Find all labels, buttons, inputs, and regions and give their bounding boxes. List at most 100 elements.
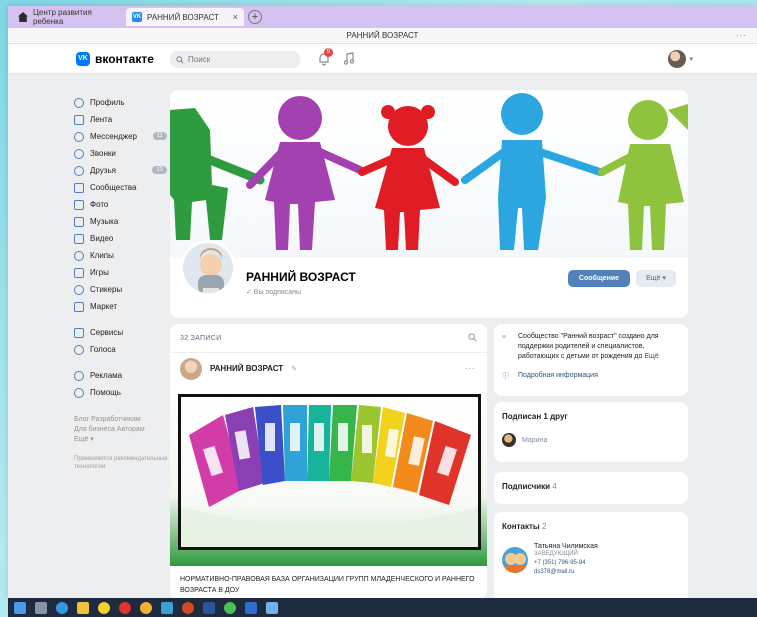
folder-icon[interactable] — [77, 601, 89, 614]
photo-icon — [74, 199, 84, 210]
contacts-label: Контакты — [502, 522, 540, 531]
contact-item[interactable]: Татьяна Чилимская ЗАВЕДУЮЩИЙ +7 (351) 79… — [502, 543, 680, 577]
app-icon[interactable] — [245, 601, 257, 614]
about-text: ≡ Сообщество "Ранний возраст" создано дл… — [502, 332, 680, 362]
community-avatar[interactable] — [180, 240, 236, 296]
wall-count[interactable]: 32 ЗАПИСИ — [180, 335, 221, 342]
services-icon — [74, 327, 84, 338]
vk-logo-text: вконтакте — [95, 52, 154, 66]
about-card: ≡ Сообщество "Ранний возраст" создано дл… — [494, 324, 688, 396]
search-box[interactable] — [170, 51, 300, 68]
market-icon — [74, 301, 84, 312]
cover-image — [170, 90, 688, 258]
taskbar — [8, 598, 757, 617]
sidebar-item-label: Профиль — [90, 98, 125, 107]
sidebar-item-market[interactable]: Маркет — [74, 298, 169, 315]
post-author-name[interactable]: РАННИЙ ВОЗРАСТ — [210, 364, 283, 373]
sidebar-item-label: Помощь — [90, 388, 121, 397]
voices-icon — [74, 344, 84, 355]
contact-details: Татьяна Чилимская ЗАВЕДУЮЩИЙ +7 (351) 79… — [534, 543, 598, 577]
sidebar-footer-links[interactable]: Блог Разработчикам Для бизнеса Авторам Е… — [74, 415, 169, 445]
sidebar-item-friends[interactable]: Друзья 13 — [74, 162, 169, 179]
browser-icon[interactable] — [119, 601, 131, 614]
left-sidebar: Профиль Лента Мессенджер 11 Звонки Друзья… — [74, 94, 169, 471]
chrome-icon[interactable] — [140, 601, 152, 614]
tab-strip: Центр развития ребенка VK РАННИЙ ВОЗРАСТ… — [8, 6, 757, 28]
clips-icon — [74, 250, 84, 261]
search-input[interactable] — [188, 55, 288, 64]
search-icon[interactable] — [468, 333, 477, 342]
sidebar-item-label: Звонки — [90, 149, 116, 158]
contact-phone[interactable]: +7 (351) 796-95-94 — [534, 559, 598, 568]
message-button[interactable]: Сообщение — [568, 270, 630, 287]
video-icon — [74, 233, 84, 244]
sidebar-item-calls[interactable]: Звонки — [74, 145, 169, 162]
taskview-icon[interactable] — [35, 601, 47, 614]
profile-icon — [74, 97, 84, 108]
footer-more-link[interactable]: Ещё ▾ — [74, 435, 169, 445]
window-title-bar: РАННИЙ ВОЗРАСТ ··· — [8, 28, 757, 44]
avatar — [502, 433, 516, 447]
sidebar-item-music[interactable]: Музыка — [74, 213, 169, 230]
word-icon[interactable] — [203, 601, 215, 614]
footer-links-row[interactable]: Для бизнеса Авторам — [74, 425, 169, 435]
sidebar-item-games[interactable]: Игры — [74, 264, 169, 281]
phone-icon — [74, 148, 84, 159]
sidebar-item-messenger[interactable]: Мессенджер 11 — [74, 128, 169, 145]
sidebar-item-label: Лента — [90, 115, 113, 124]
sidebar-item-help[interactable]: Помощь — [74, 384, 169, 401]
sidebar-item-voices[interactable]: Голоса — [74, 341, 169, 358]
music-icon — [74, 216, 84, 227]
sidebar-item-video[interactable]: Видео — [74, 230, 169, 247]
tab-child-center[interactable]: Центр развития ребенка — [12, 8, 124, 26]
avatar — [668, 50, 687, 68]
sidebar-item-clips[interactable]: Клипы — [74, 247, 169, 264]
contact-email[interactable]: ds378@mail.ru — [534, 568, 598, 577]
start-icon[interactable] — [14, 601, 26, 614]
chevron-down-icon: ▾ — [689, 56, 693, 63]
details-link[interactable]: ⓘ Подробная информация — [502, 372, 680, 380]
sidebar-item-communities[interactable]: Сообщества — [74, 179, 169, 196]
window-title: РАННИЙ ВОЗРАСТ — [346, 31, 419, 40]
new-tab-button[interactable]: + — [248, 10, 262, 24]
post-image-frame — [178, 394, 481, 550]
app-icon[interactable] — [161, 601, 173, 614]
menu-dots-icon[interactable]: ··· — [736, 28, 747, 44]
app-icon[interactable] — [224, 601, 236, 614]
friend-item[interactable]: Марина — [502, 433, 680, 447]
vk-logo[interactable]: VK вконтакте — [76, 52, 154, 66]
sidebar-item-label: Сервисы — [90, 328, 124, 337]
subscribers-label: Подписчики — [502, 482, 551, 491]
app-icon[interactable] — [266, 601, 278, 614]
avatar[interactable] — [180, 357, 202, 380]
sidebar-item-ads[interactable]: Реклама — [74, 367, 169, 384]
friends-title[interactable]: Подписан 1 друг — [502, 412, 680, 421]
user-menu[interactable]: ▾ — [668, 50, 693, 68]
tab-label: РАННИЙ ВОЗРАСТ — [147, 12, 219, 22]
communities-icon — [74, 182, 84, 193]
music-icon[interactable] — [343, 52, 355, 65]
about-more-link[interactable]: Ещё — [644, 353, 658, 360]
sidebar-item-label: Фото — [90, 200, 109, 209]
contacts-title[interactable]: Контакты 2 — [502, 522, 680, 531]
powerpoint-icon[interactable] — [182, 601, 194, 614]
sidebar-item-photo[interactable]: Фото — [74, 196, 169, 213]
sidebar-item-stickers[interactable]: Стикеры — [74, 281, 169, 298]
more-dots-icon[interactable]: ··· — [465, 363, 475, 374]
edge-icon[interactable] — [56, 601, 68, 614]
sidebar-item-feed[interactable]: Лента — [74, 111, 169, 128]
footer-links-row[interactable]: Блог Разработчикам — [74, 415, 169, 425]
close-icon[interactable]: × — [233, 12, 238, 22]
sidebar-item-services[interactable]: Сервисы — [74, 324, 169, 341]
subscribers-card[interactable]: Подписчики 4 — [494, 472, 688, 504]
friend-name: Марина — [522, 436, 548, 444]
post-image[interactable] — [170, 390, 487, 566]
yandex-icon[interactable] — [98, 601, 110, 614]
more-button[interactable]: Ещё ▾ — [636, 270, 676, 287]
friends-count-badge: 13 — [152, 166, 167, 174]
sidebar-item-label: Реклама — [90, 371, 123, 380]
sidebar-item-profile[interactable]: Профиль — [74, 94, 169, 111]
recommendation-note[interactable]: Применяются рекомендательные технологии — [74, 455, 169, 471]
contact-name[interactable]: Татьяна Чилимская — [534, 543, 598, 550]
tab-early-age[interactable]: VK РАННИЙ ВОЗРАСТ × — [126, 8, 244, 26]
